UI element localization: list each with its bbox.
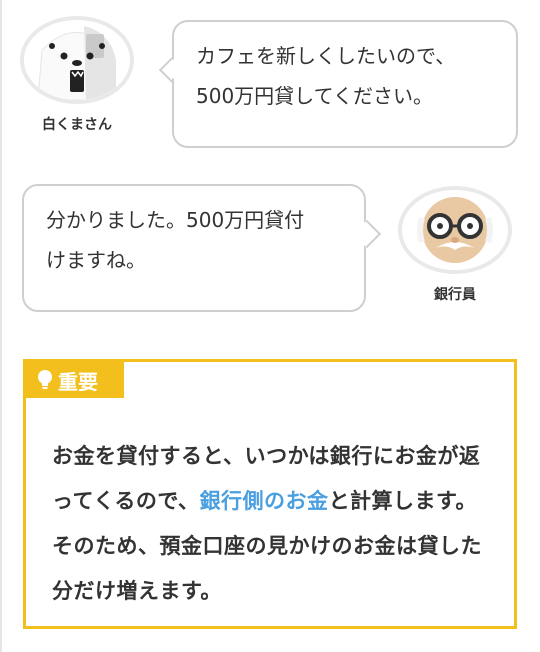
banker-avatar-block: 銀行員: [398, 186, 512, 304]
page-edge-line: [0, 0, 2, 652]
speech-bubble-bear: カフェを新しくしたいので、 500万円貸してください。: [172, 20, 518, 148]
message-line: カフェを新しくしたいので、: [196, 44, 456, 68]
banker-icon: [402, 190, 508, 270]
message-line: けますね。: [46, 248, 146, 272]
bear-avatar-block: 白くまさん: [20, 16, 134, 134]
speech-bubble-banker: 分かりました。500万円貸付 けますね。: [22, 184, 366, 312]
message-line: 500万円貸してください。: [196, 84, 433, 108]
important-callout: 重要 お金を貸付すると、いつかは銀行にお金が返ってくるので、銀行側のお金と計算し…: [23, 359, 517, 629]
lightbulb-icon: [38, 370, 52, 389]
important-text: お金を貸付すると、いつかは銀行にお金が返ってくるので、銀行側のお金と計算します。…: [52, 434, 492, 614]
polar-bear-avatar: [20, 16, 134, 104]
polar-bear-icon: [24, 20, 130, 100]
highlight-text: 銀行側のお金: [199, 489, 329, 513]
banker-avatar: [398, 186, 512, 274]
important-label-text: 重要: [58, 369, 98, 394]
important-label: 重要: [26, 362, 124, 398]
speaker-name-banker: 銀行員: [434, 287, 476, 303]
message-line: 分かりました。500万円貸付: [46, 208, 305, 232]
speaker-name-bear: 白くまさん: [42, 117, 112, 133]
